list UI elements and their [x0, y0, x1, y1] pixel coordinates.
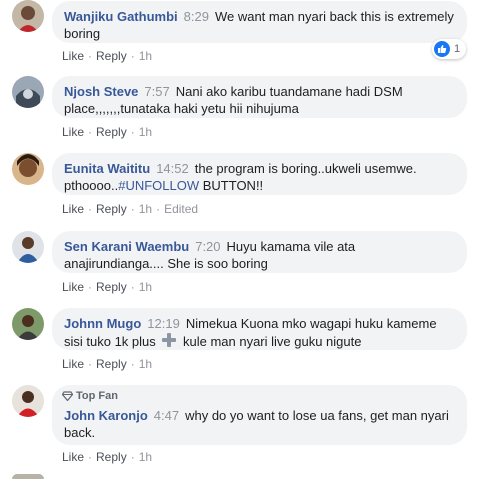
comment-age[interactable]: 1h — [139, 125, 152, 139]
reply-link[interactable]: Reply — [96, 49, 127, 63]
commenter-name[interactable]: Sen Karani Waembu — [64, 239, 189, 254]
top-fan-label: Top Fan — [76, 390, 118, 402]
comment-actions: Like · Reply · 1h — [62, 450, 153, 464]
comment-time: 8:29 — [183, 9, 209, 24]
like-link[interactable]: Like — [62, 125, 84, 139]
comment-bubble: Wanjiku Gathumbi 8:29 We want man nyari ba… — [52, 1, 467, 43]
avatar[interactable] — [12, 474, 44, 479]
comment-bubble: Eunita Waititu 14:52 the program is boring… — [52, 153, 467, 195]
edited-label[interactable]: Edited — [164, 202, 198, 216]
comment-time: 12:19 — [147, 316, 180, 331]
comment-age[interactable]: 1h — [139, 357, 152, 371]
reply-link[interactable]: Reply — [96, 357, 127, 371]
like-link[interactable]: Like — [62, 49, 84, 63]
avatar[interactable] — [12, 76, 44, 108]
comment-bubble: Njosh Steve 7:57 Nani ako karibu tuandaman… — [52, 76, 467, 118]
comment-age[interactable]: 1h — [139, 450, 152, 464]
hashtag-link[interactable]: #UNFOLLOW — [118, 178, 199, 193]
comment-time: 14:52 — [156, 161, 189, 176]
like-link[interactable]: Like — [62, 280, 84, 294]
comment-actions: Like · Reply · 1h — [62, 125, 153, 139]
comment-text-end: BUTTON!! — [199, 178, 264, 193]
reply-link[interactable]: Reply — [96, 125, 127, 139]
comment-actions: Like · Reply · 1h — [62, 357, 153, 371]
commenter-name[interactable]: Johnn Mugo — [64, 316, 141, 331]
comment-bubble: Sen Karani Waembu 7:20 Huyu kamama vile at… — [52, 231, 467, 273]
comment-actions: Like · Reply · 1h · Edited — [62, 202, 199, 216]
reply-link[interactable]: Reply — [96, 450, 127, 464]
comment-age[interactable]: 1h — [139, 202, 152, 216]
commenter-name[interactable]: John Karonjo — [64, 408, 148, 423]
like-link[interactable]: Like — [62, 202, 84, 216]
heavy-plus-emoji-icon — [161, 332, 177, 352]
reaction-count[interactable]: 1 — [432, 39, 467, 59]
comment-actions: Like · Reply · 1h — [62, 280, 153, 294]
comment-actions: Like · Reply · 1h — [62, 49, 153, 63]
comment-time: 7:20 — [195, 239, 221, 254]
like-link[interactable]: Like — [62, 450, 84, 464]
reply-link[interactable]: Reply — [96, 202, 127, 216]
avatar[interactable] — [12, 308, 44, 340]
avatar[interactable] — [12, 153, 44, 185]
comment-time: 7:57 — [144, 84, 170, 99]
commenter-name[interactable]: Eunita Waititu — [64, 161, 150, 176]
top-fan-badge[interactable]: Top Fan — [62, 390, 118, 402]
reply-link[interactable]: Reply — [96, 280, 127, 294]
reaction-number: 1 — [454, 43, 461, 55]
avatar[interactable] — [12, 231, 44, 263]
commenter-name[interactable]: Njosh Steve — [64, 84, 138, 99]
like-link[interactable]: Like — [62, 357, 84, 371]
avatar[interactable] — [12, 0, 44, 32]
comment-age[interactable]: 1h — [139, 49, 152, 63]
commenter-name[interactable]: Wanjiku Gathumbi — [64, 9, 178, 24]
comment-age[interactable]: 1h — [139, 280, 152, 294]
comment-time: 4:47 — [153, 408, 180, 423]
comment-bubble: Johnn Mugo 12:19 Nimekua Kuona mko wagapi … — [52, 308, 467, 350]
thumbs-up-icon — [434, 41, 450, 57]
diamond-icon — [62, 391, 73, 401]
avatar[interactable] — [12, 385, 44, 417]
comment-text-end: kule man nyari live guku nigute — [179, 334, 362, 349]
